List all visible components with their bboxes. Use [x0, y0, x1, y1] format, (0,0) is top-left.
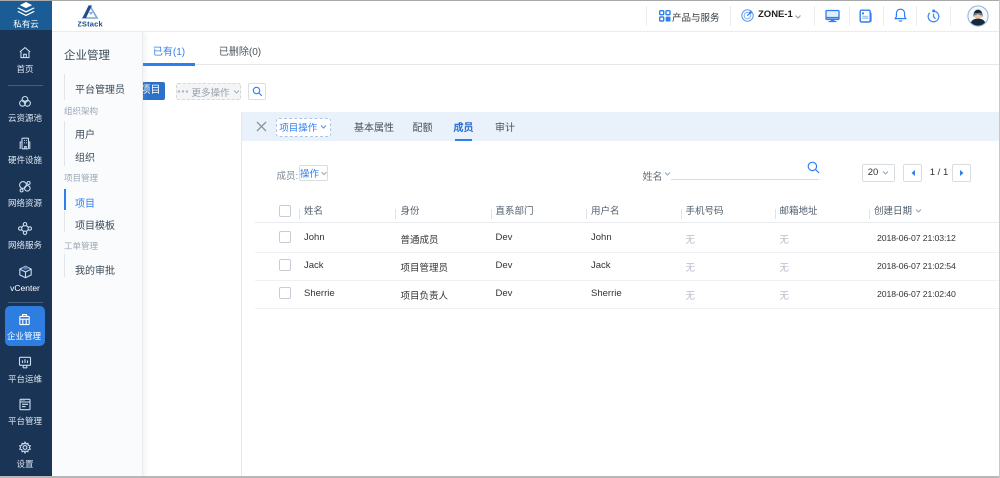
- svg-text:ZStack: ZStack: [78, 20, 104, 29]
